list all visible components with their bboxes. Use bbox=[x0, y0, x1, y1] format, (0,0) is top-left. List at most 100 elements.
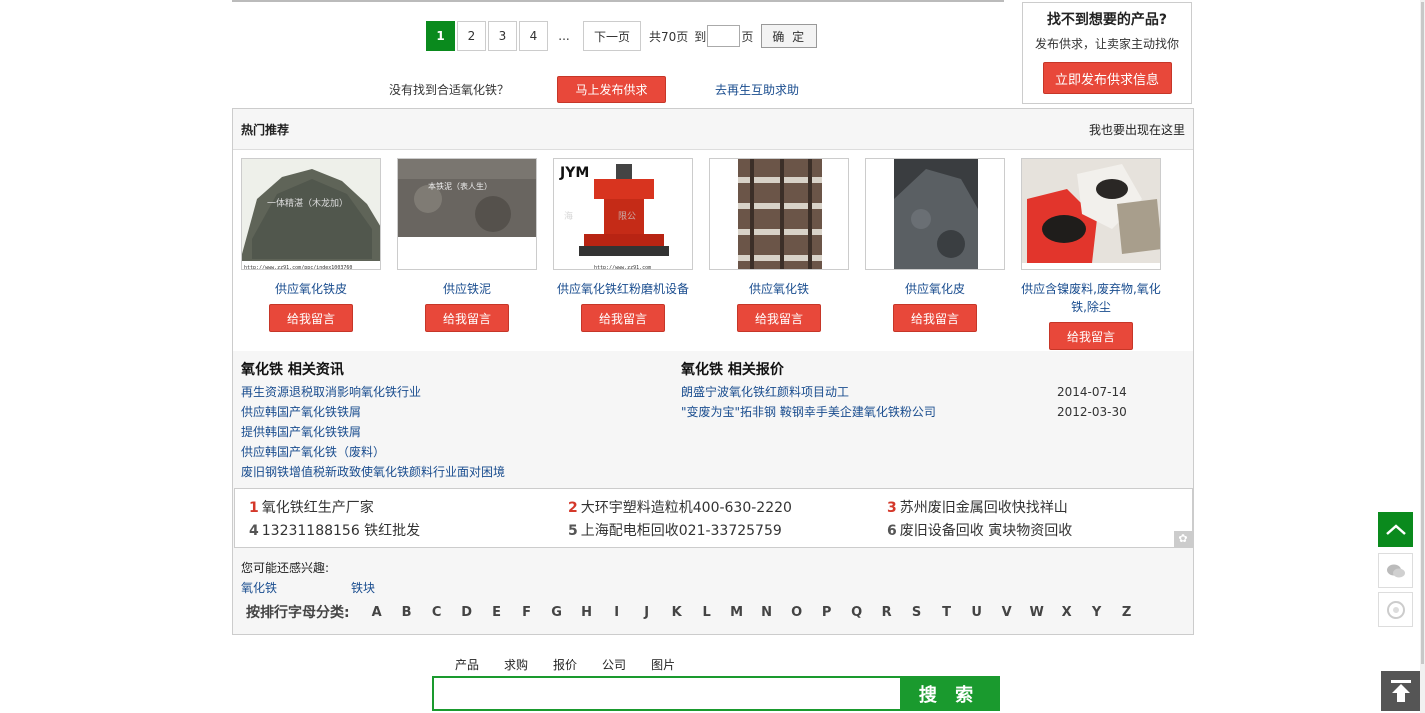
appear-here-link[interactable]: 我也要出现在这里 bbox=[1089, 121, 1185, 138]
rank-item[interactable]: 1 氧化铁红生产厂家 bbox=[249, 497, 374, 517]
product-name[interactable]: 供应含镍废料,废弃物,氧化铁,除尘 bbox=[1021, 280, 1161, 316]
message-button[interactable]: 给我留言 bbox=[425, 304, 509, 332]
page-1-button[interactable]: 1 bbox=[426, 21, 455, 51]
rank-item[interactable]: 4 13231188156 铁红批发 bbox=[249, 520, 420, 540]
letter-link[interactable]: M bbox=[722, 605, 752, 620]
letter-link[interactable]: R bbox=[872, 605, 902, 620]
letter-link[interactable]: B bbox=[392, 605, 422, 620]
svg-text:JYM: JYM bbox=[559, 165, 589, 181]
letter-link[interactable]: L bbox=[692, 605, 722, 620]
chevron-up-icon[interactable] bbox=[1378, 512, 1413, 547]
search-tab-product[interactable]: 产品 bbox=[455, 656, 479, 673]
weibo-icon[interactable] bbox=[1378, 592, 1413, 627]
message-button[interactable]: 给我留言 bbox=[581, 304, 665, 332]
not-found-row: 没有找到合适氧化铁？ 马上发布供求 去再生互助求助 bbox=[389, 76, 809, 103]
news-item[interactable]: 再生资源退税取消影响氧化铁行业 bbox=[241, 382, 421, 402]
goto-page-input[interactable] bbox=[707, 25, 741, 47]
product-card: 一体精湛（木龙加） http://www.zz91.com/ppc/index1… bbox=[241, 158, 381, 332]
price-item[interactable]: 朗盛宁波氧化铁红颜料项目动工 bbox=[681, 382, 849, 402]
search-button[interactable]: 搜 索 bbox=[900, 678, 998, 709]
letter-link[interactable]: X bbox=[1052, 605, 1082, 620]
rank-item[interactable]: 2 大环宇塑料造粒机400-630-2220 bbox=[568, 497, 792, 517]
page-4-button[interactable]: 4 bbox=[519, 21, 548, 51]
message-button[interactable]: 给我留言 bbox=[269, 304, 353, 332]
interest-keyword[interactable]: 氧化铁 bbox=[241, 579, 277, 596]
product-image[interactable] bbox=[865, 158, 1005, 270]
letter-link[interactable]: H bbox=[572, 605, 602, 620]
search-tab-price[interactable]: 报价 bbox=[553, 656, 577, 673]
product-image[interactable] bbox=[1021, 158, 1161, 270]
letter-link[interactable]: I bbox=[602, 605, 632, 620]
page-suffix: 页 bbox=[741, 29, 754, 44]
news-item[interactable]: 供应韩国产氧化铁（废料） bbox=[241, 442, 385, 462]
product-name[interactable]: 供应铁泥 bbox=[397, 280, 537, 298]
product-name[interactable]: 供应氧化铁 bbox=[709, 280, 849, 298]
publish-now-button[interactable]: 马上发布供求 bbox=[557, 76, 666, 103]
rank-item[interactable]: 6 废旧设备回收 寅块物资回收 bbox=[887, 520, 1072, 540]
letter-link[interactable]: E bbox=[482, 605, 512, 620]
news-item[interactable]: 供应韩国产氧化铁铁屑 bbox=[241, 402, 361, 422]
letter-link[interactable]: C bbox=[422, 605, 452, 620]
news-item[interactable]: 提供韩国产氧化铁铁屑 bbox=[241, 422, 361, 442]
letter-link[interactable]: D bbox=[452, 605, 482, 620]
hot-header: 热门推荐 我也要出现在这里 bbox=[233, 109, 1193, 150]
page-ellipsis: ... bbox=[558, 29, 570, 43]
letter-link[interactable]: J bbox=[632, 605, 662, 620]
hot-products: 一体精湛（木龙加） http://www.zz91.com/ppc/index1… bbox=[233, 150, 1193, 351]
price-item[interactable]: "变废为宝"拓非钢 鞍钢幸手美企建氧化铁粉公司 bbox=[681, 402, 936, 422]
letter-link[interactable]: Q bbox=[842, 605, 872, 620]
product-card: 供应氧化铁 给我留言 bbox=[709, 158, 849, 332]
letter-link[interactable]: T bbox=[932, 605, 962, 620]
paw-icon[interactable]: ✿ bbox=[1174, 531, 1192, 547]
find-box-title: 找不到想要的产品? bbox=[1046, 12, 1168, 28]
rank-number: 4 bbox=[249, 523, 259, 539]
letter-link[interactable]: S bbox=[902, 605, 932, 620]
letter-link[interactable]: O bbox=[782, 605, 812, 620]
search-tab-image[interactable]: 图片 bbox=[651, 656, 675, 673]
back-to-top-icon[interactable] bbox=[1381, 671, 1421, 711]
search-tab-company[interactable]: 公司 bbox=[602, 656, 626, 673]
product-name[interactable]: 供应氧化铁红粉磨机设备 bbox=[553, 280, 693, 298]
next-page-button[interactable]: 下一页 bbox=[583, 21, 642, 51]
product-name[interactable]: 供应氧化皮 bbox=[865, 280, 1005, 298]
letter-link[interactable]: V bbox=[992, 605, 1022, 620]
product-card: JYM 海 限公 http://www.zz91.com 供应氧化铁红粉磨机设备… bbox=[553, 158, 693, 332]
letter-link[interactable]: U bbox=[962, 605, 992, 620]
rank-item[interactable]: 5 上海配电柜回收021-33725759 bbox=[568, 520, 782, 540]
letter-link[interactable]: W bbox=[1022, 605, 1052, 620]
rank-number: 6 bbox=[887, 523, 897, 539]
search-tab-buy[interactable]: 求购 bbox=[504, 656, 528, 673]
product-image[interactable]: JYM 海 限公 http://www.zz91.com bbox=[553, 158, 693, 270]
letter-link[interactable]: Y bbox=[1082, 605, 1112, 620]
message-button[interactable]: 给我留言 bbox=[1049, 322, 1133, 350]
page-3-button[interactable]: 3 bbox=[488, 21, 517, 51]
pagination: 1 2 3 4 ... 下一页 共70页 到 页 确 定 bbox=[426, 21, 818, 51]
letter-link[interactable]: P bbox=[812, 605, 842, 620]
confirm-page-button[interactable]: 确 定 bbox=[761, 24, 818, 48]
letter-link[interactable]: K bbox=[662, 605, 692, 620]
page-2-button[interactable]: 2 bbox=[457, 21, 486, 51]
publish-info-button[interactable]: 立即发布供求信息 bbox=[1042, 62, 1172, 94]
letter-index: 按排行字母分类: A B C D E F G H I J K L M N O P… bbox=[246, 602, 1142, 622]
product-image[interactable]: 本铁泥（表人生） bbox=[397, 158, 537, 270]
letter-link[interactable]: Z bbox=[1112, 605, 1142, 620]
related-section: 氧化铁 相关资讯 再生资源退税取消影响氧化铁行业 供应韩国产氧化铁铁屑 提供韩国… bbox=[233, 351, 1193, 489]
letter-link[interactable]: F bbox=[512, 605, 542, 620]
product-image[interactable] bbox=[709, 158, 849, 270]
letter-link[interactable]: G bbox=[542, 605, 572, 620]
letter-link[interactable]: A bbox=[362, 605, 392, 620]
scrollbar-thumb[interactable] bbox=[1421, 2, 1424, 664]
message-button[interactable]: 给我留言 bbox=[737, 304, 821, 332]
interest-keyword[interactable]: 铁块 bbox=[351, 579, 375, 596]
rank-item[interactable]: 3 苏州废旧金属回收快找祥山 bbox=[887, 497, 1068, 517]
help-link[interactable]: 去再生互助求助 bbox=[715, 81, 799, 98]
product-image[interactable]: 一体精湛（木龙加） http://www.zz91.com/ppc/index1… bbox=[241, 158, 381, 270]
message-button[interactable]: 给我留言 bbox=[893, 304, 977, 332]
product-name[interactable]: 供应氧化铁皮 bbox=[241, 280, 381, 298]
letter-link[interactable]: N bbox=[752, 605, 782, 620]
news-item[interactable]: 废旧钢铁增值税新政致使氧化铁颜料行业面对困境 bbox=[241, 462, 505, 482]
wechat-icon[interactable] bbox=[1378, 553, 1413, 588]
letter-index-label: 按排行字母分类: bbox=[246, 605, 350, 621]
search-input[interactable] bbox=[434, 678, 900, 709]
rank-number: 3 bbox=[887, 500, 897, 516]
